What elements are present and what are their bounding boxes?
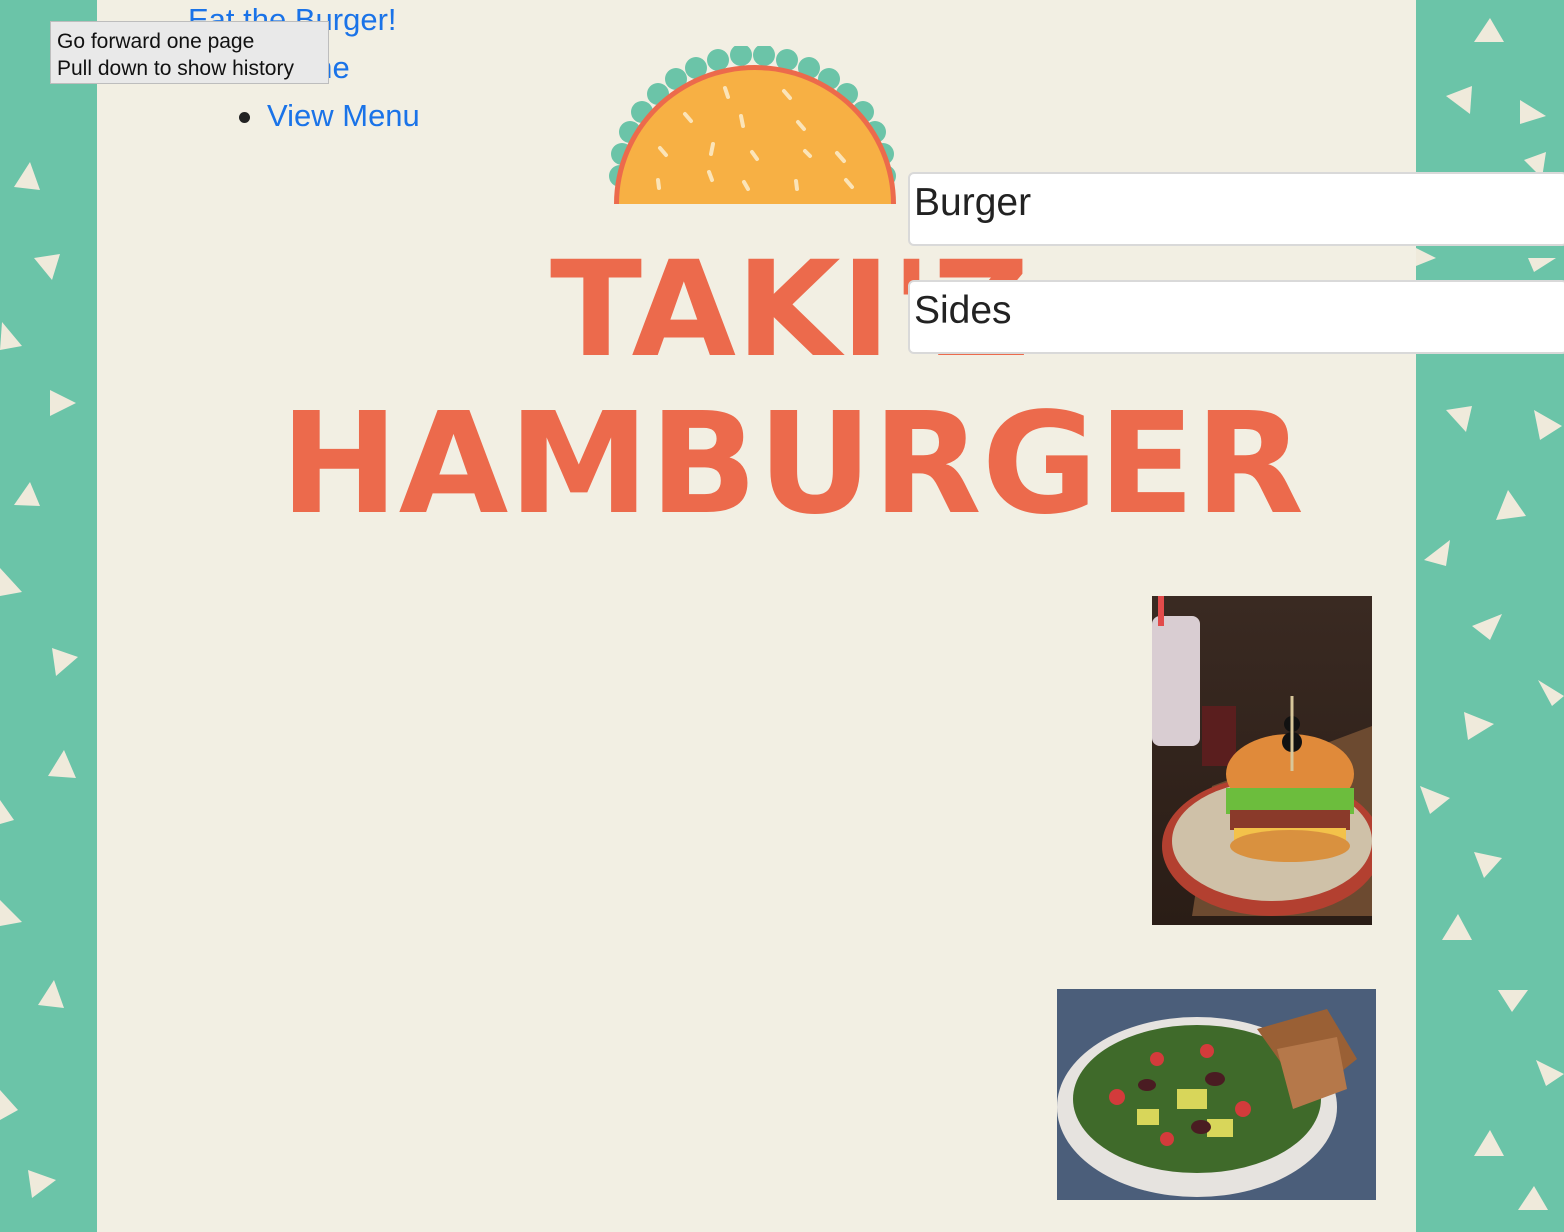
menu-section-sides[interactable]: Sides <box>908 280 1564 354</box>
browser-tooltip: Go forward one page Pull down to show hi… <box>50 21 329 84</box>
menu-section-burger[interactable]: Burger <box>908 172 1564 246</box>
logo-line-hamburger: HAMBURGER <box>280 383 1304 546</box>
burger-photo <box>1152 596 1372 925</box>
tooltip-line-history: Pull down to show history <box>57 57 294 80</box>
tooltip-line-forward: Go forward one page <box>57 30 255 53</box>
menu-section-sides-label: Sides <box>914 289 1012 332</box>
menu-section-burger-label: Burger <box>914 181 1032 224</box>
salad-photo <box>1057 989 1376 1200</box>
